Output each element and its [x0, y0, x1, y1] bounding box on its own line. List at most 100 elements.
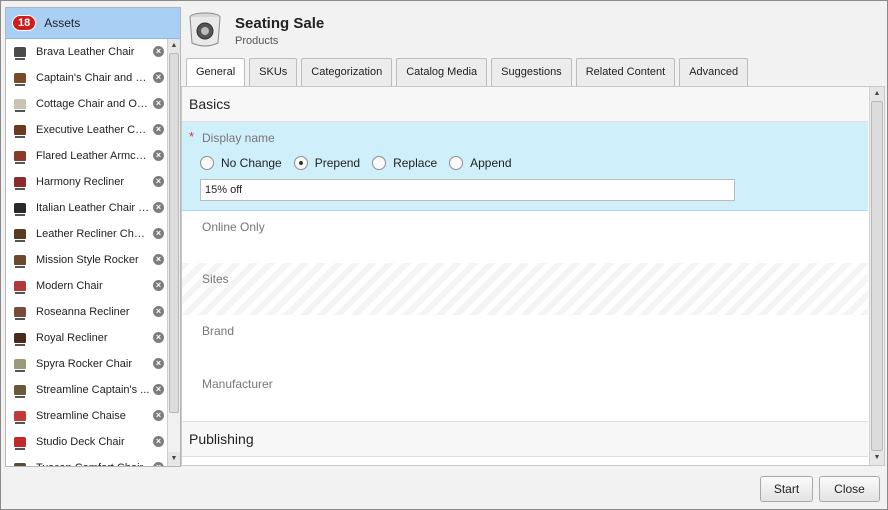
publishing-heading: Publishing [189, 431, 254, 447]
asset-name: Modern Chair [36, 280, 103, 292]
asset-list-item[interactable]: Italian Leather Chair a... × [6, 195, 166, 221]
x-circle-icon[interactable]: × [153, 124, 164, 135]
x-circle-icon[interactable]: × [153, 228, 164, 239]
x-circle-icon[interactable]: × [153, 384, 164, 395]
tab-categorization[interactable]: Categorization [301, 58, 393, 86]
asset-name: Tuscan Comfort Chair [36, 462, 150, 466]
asset-list-item[interactable]: Tuscan Comfort Chair× [6, 455, 166, 466]
chair-thumbnail-icon [12, 123, 28, 138]
radio-label[interactable]: Replace [393, 156, 437, 170]
online-only-label: Online Only [202, 220, 265, 234]
radio-append[interactable] [449, 156, 464, 170]
x-circle-icon[interactable]: × [153, 462, 164, 466]
radio-label[interactable]: Prepend [315, 156, 360, 170]
asset-list-item[interactable]: Streamline Chaise × [6, 403, 166, 429]
scroll-up-arrow-icon[interactable]: ▲ [870, 87, 884, 101]
tab-catalog-media[interactable]: Catalog Media [396, 58, 488, 86]
tab-skus[interactable]: SKUs [249, 58, 298, 86]
asset-name: Brava Leather Chair [36, 46, 135, 58]
x-circle-icon[interactable]: × [153, 150, 164, 161]
scrollbar-thumb[interactable] [871, 101, 883, 451]
start-button[interactable]: Start [760, 476, 813, 502]
bulk-edit-dialog: 18 Assets Brava Leather Chair × Captain's … [0, 0, 888, 510]
asset-panel-header[interactable]: 18 Assets [6, 8, 180, 39]
x-circle-icon[interactable]: × [153, 358, 164, 369]
asset-list-item[interactable]: Captain's Chair and O... × [6, 65, 166, 91]
radio-replace[interactable] [372, 156, 387, 170]
x-circle-icon[interactable]: × [153, 254, 164, 265]
asset-name: Streamline Captain's ... [36, 384, 150, 396]
display-name-field: * Display name No Change Prepend Replace Ap… [182, 122, 868, 211]
main-form-panel: Basics * Display name No Change Prepend Re… [181, 86, 885, 466]
asset-list-item[interactable]: Mission Style Rocker × [6, 247, 166, 273]
x-circle-icon[interactable]: × [153, 72, 164, 83]
chair-thumbnail-icon [12, 175, 28, 190]
radio-no-change[interactable] [200, 156, 214, 170]
manufacturer-label: Manufacturer [202, 377, 273, 391]
asset-list-item[interactable]: Cottage Chair and Ott... × [6, 91, 166, 117]
x-circle-icon[interactable]: × [153, 176, 164, 187]
asset-list-item[interactable]: Harmony Recliner × [6, 169, 166, 195]
asset-list-item[interactable]: Spyra Rocker Chair × [6, 351, 166, 377]
radio-label[interactable]: No Change [221, 156, 282, 170]
basics-heading: Basics [189, 96, 231, 112]
asset-name: Studio Deck Chair [36, 436, 125, 448]
chair-thumbnail-icon [12, 305, 28, 320]
basics-section-header[interactable]: Basics [182, 87, 868, 122]
sites-field-disabled [182, 263, 868, 315]
asset-name: Harmony Recliner [36, 176, 125, 188]
asset-list-item[interactable]: Leather Recliner Chai... × [6, 221, 166, 247]
asset-list-item[interactable]: Flared Leather Armch... × [6, 143, 166, 169]
scroll-down-arrow-icon[interactable]: ▼ [870, 451, 884, 465]
close-button[interactable]: Close [819, 476, 880, 502]
x-circle-icon[interactable]: × [153, 202, 164, 213]
asset-list-item[interactable]: Roseanna Recliner × [6, 299, 166, 325]
chair-thumbnail-icon [12, 71, 28, 86]
asset-name: Royal Recliner [36, 332, 108, 344]
chair-thumbnail-icon [12, 149, 28, 164]
tab-general[interactable]: General [186, 58, 246, 88]
tab-related-content[interactable]: Related Content [575, 58, 676, 86]
asset-list-item[interactable]: Modern Chair × [6, 273, 166, 299]
chair-thumbnail-icon [12, 331, 28, 346]
x-circle-icon[interactable]: × [153, 280, 164, 291]
x-circle-icon[interactable]: × [153, 46, 164, 57]
tab-advanced[interactable]: Advanced [679, 58, 749, 86]
required-marker: * [189, 129, 195, 144]
x-circle-icon[interactable]: × [153, 98, 164, 109]
asset-count-badge: 18 [12, 15, 37, 31]
asset-name: Roseanna Recliner [36, 306, 130, 318]
asset-name: Cottage Chair and Ott... [36, 98, 150, 110]
main-scrollbar[interactable]: ▲ ▼ [869, 87, 884, 465]
x-circle-icon[interactable]: × [153, 332, 164, 343]
display-name-input[interactable]: 15% off [200, 179, 735, 201]
asset-name: Executive Leather Ch... [36, 124, 150, 136]
chair-thumbnail-icon [12, 461, 28, 466]
radio-prepend[interactable] [293, 156, 308, 170]
publishing-section-header[interactable]: Publishing [182, 421, 868, 457]
x-circle-icon[interactable]: × [153, 436, 164, 447]
chair-thumbnail-icon [12, 253, 28, 268]
sites-label: Sites [202, 272, 229, 286]
scrollbar-thumb[interactable] [169, 53, 179, 413]
asset-list-scrollbar[interactable]: ▲ ▼ [167, 39, 180, 466]
asset-list-item[interactable]: Executive Leather Ch... × [6, 117, 166, 143]
scroll-down-arrow-icon[interactable]: ▼ [168, 452, 180, 466]
scroll-up-arrow-icon[interactable]: ▲ [168, 39, 180, 53]
asset-panel-title: Assets [44, 16, 81, 30]
chair-thumbnail-icon [12, 435, 28, 450]
asset-list-item[interactable]: Studio Deck Chair × [6, 429, 166, 455]
display-name-mode-group: No Change Prepend Replace Append [200, 156, 524, 170]
product-jar-icon [189, 12, 221, 47]
asset-list-item[interactable]: Royal Recliner × [6, 325, 166, 351]
asset-list-item[interactable]: Streamline Captain's ... × [6, 377, 166, 403]
display-name-label: Display name [202, 131, 275, 145]
tab-suggestions[interactable]: Suggestions [491, 58, 572, 86]
radio-label[interactable]: Append [470, 156, 511, 170]
chair-thumbnail-icon [12, 227, 28, 242]
x-circle-icon[interactable]: × [153, 306, 164, 317]
chair-thumbnail-icon [12, 279, 28, 294]
asset-list-item[interactable]: Brava Leather Chair × [6, 39, 166, 65]
x-circle-icon[interactable]: × [153, 410, 164, 421]
asset-name: Mission Style Rocker [36, 254, 139, 266]
